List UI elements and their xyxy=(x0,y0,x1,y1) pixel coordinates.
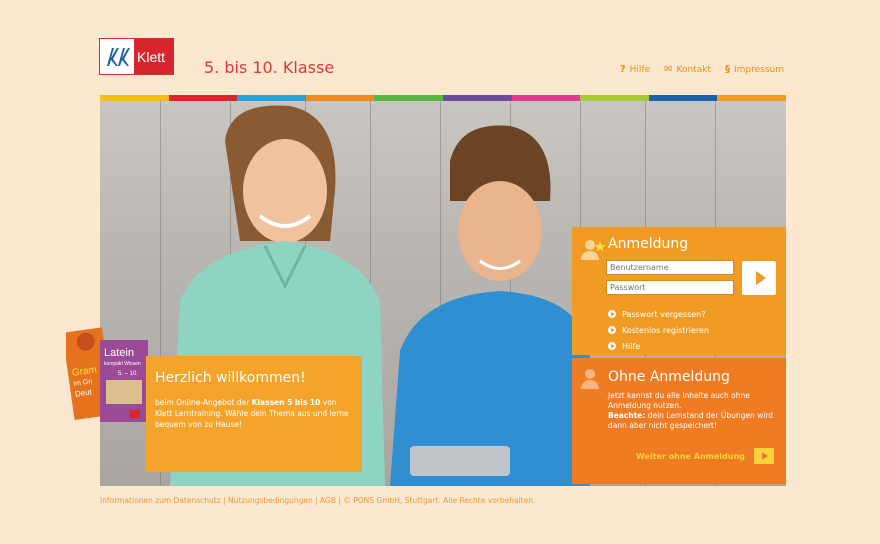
forgot-password-link[interactable]: Passwort vergessen? xyxy=(608,306,709,322)
envelope-icon: ✉ xyxy=(664,64,673,75)
page-title: 5. bis 10. Klasse xyxy=(204,58,335,77)
front-book-grade: 5. – 10. xyxy=(118,371,138,377)
bullet-arrow-icon xyxy=(608,326,616,334)
footer: Informationen zum Datenschutz | Nutzungs… xyxy=(100,496,536,505)
terms-link[interactable]: Nutzungsbedingungen xyxy=(228,496,313,505)
landing-page: Klett 5. bis 10. Klasse ? Hilfe ✉ Kontak… xyxy=(0,0,880,544)
welcome-panel: Herzlich willkommen! beim Online-Angebot… xyxy=(146,356,362,472)
continue-label: Weiter ohne Anmeldung xyxy=(636,451,746,461)
register-link[interactable]: Kostenlos registrieren xyxy=(608,322,709,338)
welcome-title: Herzlich willkommen! xyxy=(155,370,306,386)
play-arrow-icon xyxy=(754,448,775,464)
privacy-link[interactable]: Informationen zum Datenschutz xyxy=(100,496,221,505)
user-icon xyxy=(581,369,599,389)
nav-imprint-label: Impressum xyxy=(733,64,784,75)
logo-wordmark: Klett xyxy=(134,39,173,74)
bullet-arrow-icon xyxy=(608,342,616,350)
klett-logo[interactable]: Klett xyxy=(99,38,174,75)
password-input[interactable] xyxy=(606,280,734,295)
guest-title: Ohne Anmeldung xyxy=(608,369,730,385)
login-help-link[interactable]: Hilfe xyxy=(608,338,709,354)
guest-text: Jetzt kannst du alle Inhalte auch ohne A… xyxy=(608,391,774,430)
username-input[interactable] xyxy=(606,260,734,275)
top-navigation: ? Hilfe ✉ Kontakt § Impressum xyxy=(620,64,784,75)
front-book-subtitle: kompakt Wissen xyxy=(104,361,141,367)
welcome-text: beim Online-Angebot der Klassen 5 bis 10… xyxy=(155,398,349,429)
bullet-arrow-icon xyxy=(608,310,616,318)
play-arrow-icon xyxy=(755,271,766,285)
login-submit-button[interactable] xyxy=(742,261,776,295)
nav-imprint-link[interactable]: § Impressum xyxy=(725,64,784,75)
question-icon: ? xyxy=(619,64,626,75)
continue-without-login-button[interactable]: Weiter ohne Anmeldung xyxy=(636,448,775,464)
nav-help-link[interactable]: ? Hilfe xyxy=(620,64,650,75)
front-book-title: Latein xyxy=(104,347,134,359)
login-panel: Anmeldung Passwort vergessen? Kostenlos … xyxy=(572,227,786,355)
nav-help-label: Hilfe xyxy=(629,64,651,75)
nav-contact-link[interactable]: ✉ Kontakt xyxy=(664,64,711,75)
book-covers: Gram im Gri Deut Latein kompakt Wissen 5… xyxy=(66,327,148,422)
copyright-text: © PONS GmbH, Stuttgart. Alle Rechte vorb… xyxy=(343,496,536,505)
login-title: Anmeldung xyxy=(608,236,689,252)
user-star-icon xyxy=(581,240,606,260)
agb-link[interactable]: AGB xyxy=(320,496,336,505)
guest-panel: Ohne Anmeldung Jetzt kannst du alle Inha… xyxy=(572,358,786,484)
paragraph-icon: § xyxy=(724,64,730,75)
boy-illustration xyxy=(390,125,590,486)
klett-emblem-icon xyxy=(100,39,134,74)
login-links: Passwort vergessen? Kostenlos registrier… xyxy=(608,306,709,354)
nav-contact-label: Kontakt xyxy=(676,64,711,75)
